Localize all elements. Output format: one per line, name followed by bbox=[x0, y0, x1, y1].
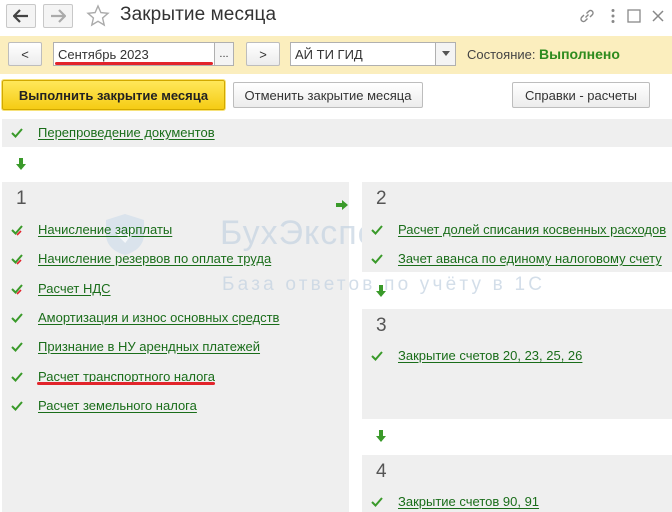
period-highlight-underline bbox=[55, 62, 213, 65]
check-icon bbox=[371, 350, 383, 361]
step-item[interactable]: Амортизация и износ основных средств bbox=[10, 310, 279, 325]
cancel-month-close-button[interactable]: Отменить закрытие месяца bbox=[233, 82, 423, 108]
arrow-down-icon bbox=[376, 285, 386, 297]
step-link[interactable]: Начисление зарплаты bbox=[38, 222, 172, 237]
check-icon bbox=[11, 283, 23, 295]
more-vertical-icon[interactable] bbox=[604, 7, 622, 25]
next-period-button[interactable]: > bbox=[246, 42, 280, 66]
check-icon bbox=[371, 224, 383, 235]
step-item[interactable]: Начисление зарплаты bbox=[10, 222, 172, 237]
check-icon bbox=[11, 224, 23, 236]
step-link[interactable]: Закрытие счетов 90, 91 bbox=[398, 494, 539, 509]
step-link[interactable]: Закрытие счетов 20, 23, 25, 26 bbox=[398, 348, 582, 363]
step-link[interactable]: Расчет земельного налога bbox=[38, 398, 197, 413]
link-icon[interactable] bbox=[578, 7, 596, 25]
step-number: 2 bbox=[376, 188, 387, 209]
step-link[interactable]: Амортизация и износ основных средств bbox=[38, 310, 279, 325]
prev-period-button[interactable]: < bbox=[8, 42, 42, 66]
close-icon[interactable] bbox=[649, 7, 667, 25]
check-icon bbox=[11, 371, 23, 382]
check-icon bbox=[371, 496, 383, 507]
status-label: Состояние: bbox=[467, 47, 536, 62]
organization-input[interactable]: АЙ ТИ ГИД bbox=[290, 42, 436, 66]
star-icon[interactable] bbox=[86, 4, 110, 28]
title-bar: Закрытие месяца bbox=[0, 0, 672, 34]
check-icon bbox=[371, 253, 383, 264]
check-icon bbox=[11, 127, 23, 138]
triangle-down-icon bbox=[441, 51, 450, 56]
step-item[interactable]: Расчет земельного налога bbox=[10, 398, 197, 413]
step-link[interactable]: Зачет аванса по единому налоговому счету bbox=[398, 251, 662, 266]
forward-button[interactable] bbox=[43, 4, 73, 28]
step-number: 4 bbox=[376, 461, 387, 482]
step-number: 1 bbox=[16, 188, 27, 209]
step-link[interactable]: Признание в НУ арендных платежей bbox=[38, 339, 260, 354]
check-icon bbox=[11, 341, 23, 352]
period-select-button[interactable]: ... bbox=[214, 42, 234, 66]
arrow-down-icon bbox=[376, 430, 386, 442]
run-month-close-button[interactable]: Выполнить закрытие месяца bbox=[2, 80, 225, 110]
arrow-right-icon bbox=[336, 200, 348, 210]
step-link[interactable]: Начисление резервов по оплате труда bbox=[38, 251, 271, 266]
back-button[interactable] bbox=[6, 4, 36, 28]
reports-button[interactable]: Справки - расчеты bbox=[512, 82, 650, 108]
step-item[interactable]: Расчет НДС bbox=[10, 281, 111, 296]
step-item[interactable]: Расчет долей списания косвенных расходов bbox=[370, 222, 666, 237]
step-panel-3 bbox=[362, 309, 672, 419]
step-item[interactable]: Закрытие счетов 20, 23, 25, 26 bbox=[370, 348, 582, 363]
status-value: Выполнено bbox=[539, 46, 620, 62]
page-title: Закрытие месяца bbox=[120, 4, 277, 25]
step-item[interactable]: Зачет аванса по единому налоговому счету bbox=[370, 251, 662, 266]
step-item[interactable]: Начисление резервов по оплате труда bbox=[10, 251, 271, 266]
step-item[interactable]: Признание в НУ арендных платежей bbox=[10, 339, 260, 354]
transport-tax-highlight-underline bbox=[37, 382, 215, 385]
step-item[interactable]: Закрытие счетов 90, 91 bbox=[370, 494, 539, 509]
step-link[interactable]: Расчет НДС bbox=[38, 281, 111, 296]
check-icon bbox=[11, 253, 23, 265]
step-link[interactable]: Перепроведение документов bbox=[38, 125, 215, 140]
arrow-left-icon bbox=[13, 9, 28, 23]
step-link[interactable]: Расчет долей списания косвенных расходов bbox=[398, 222, 666, 237]
check-icon bbox=[11, 400, 23, 411]
arrow-down-icon bbox=[16, 158, 26, 170]
maximize-icon[interactable] bbox=[625, 7, 643, 25]
arrow-right-icon bbox=[51, 9, 66, 23]
step-item-reposting[interactable]: Перепроведение документов bbox=[10, 125, 215, 140]
check-icon bbox=[11, 312, 23, 323]
step-number: 3 bbox=[376, 315, 387, 336]
organization-dropdown-button[interactable] bbox=[435, 42, 456, 66]
